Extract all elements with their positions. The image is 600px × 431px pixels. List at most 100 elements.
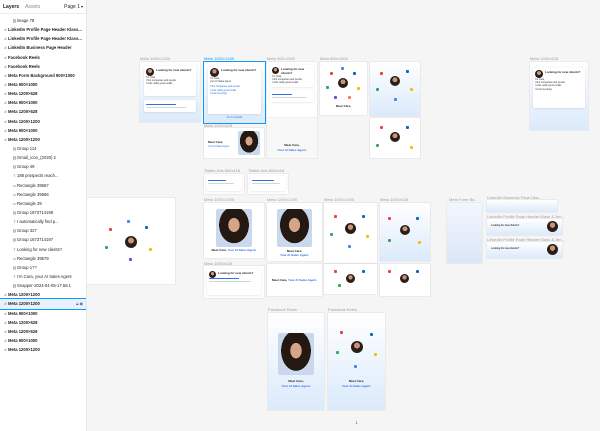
layer-row[interactable]: ▤Group 327 xyxy=(0,226,86,235)
frame-label[interactable]: Meta 1200×628 xyxy=(530,56,558,61)
layer-row[interactable]: #Facebook Reels xyxy=(0,62,86,71)
layer-row[interactable]: TLooking for new clients? xyxy=(0,245,86,254)
ad-frame[interactable]: Looking for new clients? I'm Cara, I fin… xyxy=(267,62,317,118)
frame-label[interactable]: Meta 1200×1200 xyxy=(267,197,297,202)
layer-row[interactable]: #Meta 1200×1200 xyxy=(0,290,86,299)
layer-row[interactable]: TI'm Cara, your AI Sales Agent xyxy=(0,272,86,281)
ad-frame[interactable] xyxy=(324,203,377,263)
frame-label[interactable]: Meta 1200×1200 xyxy=(324,197,354,202)
linkedin-header-frame[interactable]: Looking for new clients? xyxy=(487,242,562,258)
layer-row[interactable]: #Meta 900×1000 xyxy=(0,80,86,89)
twitter-ad-frame[interactable] xyxy=(204,174,244,194)
frame-label[interactable]: Meta Form Ba... xyxy=(449,197,478,202)
ad-frame[interactable] xyxy=(370,62,420,116)
layer-row[interactable]: #Meta 1200×628 xyxy=(0,89,86,98)
ad-frame[interactable]: Meet Cara, Your AI Sales Agent. xyxy=(204,128,264,158)
ad-frame[interactable]: Meet Cara, Your AI Sales Agent. xyxy=(267,203,322,261)
layer-row[interactable]: ▭Rectangle 39578 xyxy=(0,254,86,263)
layer-row[interactable]: ▭Rectangle 39 xyxy=(0,199,86,208)
frame-label[interactable]: Meta 900×1000 xyxy=(267,56,295,61)
ad-frame[interactable]: Meet Cara, Your AI Sales Agent. xyxy=(204,203,264,258)
layer-row[interactable]: ▤Group 1873714197 xyxy=(0,235,86,244)
gmail-icon xyxy=(388,217,391,220)
ad-frame[interactable]: Looking for new clients? xyxy=(204,266,264,298)
ad-frame[interactable] xyxy=(324,264,377,294)
layer-row[interactable]: #Meta 900×1000 xyxy=(0,98,86,107)
layer-row[interactable]: ▨Gmail_icon_(2020) 2 xyxy=(0,153,86,162)
frame-label[interactable]: Meta 1200×1200 xyxy=(140,56,170,61)
layer-row[interactable]: #Meta Form Background 900×1000 xyxy=(0,71,86,80)
ad-frame[interactable] xyxy=(370,118,420,158)
layer-row[interactable]: #Meta 900×1000 xyxy=(0,126,86,135)
ad-frame[interactable] xyxy=(380,264,430,296)
eye-icon[interactable]: ◉ xyxy=(80,301,84,306)
arrow-down-icon[interactable]: ↓ xyxy=(355,420,358,426)
meet-accent: Your AI Sales Agent. xyxy=(281,384,311,388)
hub-frame[interactable] xyxy=(87,198,175,284)
meet-accent: Your AI Sales Agent. xyxy=(287,278,318,282)
layer-row[interactable]: T188 prospects reach... xyxy=(0,171,86,180)
frame-label[interactable]: Twitter Ads 800x418 xyxy=(248,168,284,173)
linkedin-header-frame[interactable]: Looking for new clients? xyxy=(487,219,562,235)
ad-frame[interactable]: Meet Cara, Your AI Sales Agent. xyxy=(267,264,322,296)
layer-name: Meta 900×1000 xyxy=(8,310,38,316)
facebook-reels-frame[interactable]: Meet Cara, Your AI Sales Agent. xyxy=(268,313,324,410)
ad-frame-selected[interactable]: Looking for new clients? I'm Cara, your … xyxy=(204,62,265,123)
layer-row[interactable]: ▤Group 114 xyxy=(0,144,86,153)
gmail-icon xyxy=(334,270,337,273)
page-selector[interactable]: Page 1▾ xyxy=(64,4,83,10)
frame-label[interactable]: Facebook Reels xyxy=(268,307,297,312)
frame-label[interactable]: Meta 1200×1200 xyxy=(204,197,234,202)
layer-row[interactable]: #Meta 1200×1200 🔒︎ ◉ xyxy=(0,298,86,310)
ad-intro-role: your AI Sales Agent. xyxy=(210,80,232,84)
tab-assets[interactable]: Assets xyxy=(25,4,40,10)
meet-label: Meet Cara, xyxy=(271,278,288,282)
facebook-reels-frame[interactable]: Meet Cara, Your AI Sales Agent. xyxy=(328,313,385,410)
layer-row[interactable]: #Meta 900×1000 xyxy=(0,309,86,318)
design-canvas[interactable]: Meta 1200×1200 Meta 1200×1200 Meta 900×1… xyxy=(87,0,600,431)
layer-row[interactable]: #Meta 1200×628 xyxy=(0,327,86,336)
layer-row[interactable]: ▭Rectangle 39586 xyxy=(0,190,86,199)
layer-row[interactable]: #Meta 1200×628 xyxy=(0,318,86,327)
layer-name: Meta 1200×628 xyxy=(8,109,38,115)
layer-row[interactable]: #LinkedIn Profile Page Header Klass... xyxy=(0,25,86,34)
layer-row[interactable]: ▨image 78 xyxy=(0,16,86,25)
layer-row[interactable]: ▤Group 1873714198 xyxy=(0,208,86,217)
layer-row[interactable]: #Meta 1200×628 xyxy=(0,107,86,116)
layer-row[interactable]: ▨Snapper-2024-04-05-17.58.1 xyxy=(0,281,86,290)
layer-name: Meta 1200×1200 xyxy=(8,301,40,307)
layer-row[interactable]: #Meta 1200×1200 xyxy=(0,117,86,126)
layer-row[interactable]: #Facebook Reels xyxy=(0,53,86,62)
layer-row[interactable]: ▤Group 49 xyxy=(0,162,86,171)
ad-frame[interactable]: Meet Cara, xyxy=(320,62,367,115)
frame-label[interactable]: Meta 900×1000 xyxy=(320,56,348,61)
frame-label[interactable]: Twitter Ads 800x418 xyxy=(204,168,240,173)
frame-label[interactable]: Facebook Reels xyxy=(328,307,357,312)
layer-name: Meta 1200×1200 xyxy=(8,347,40,353)
frame-label[interactable]: Meta 1200×1200 xyxy=(204,56,234,61)
twitter-ad-frame[interactable] xyxy=(248,174,288,194)
frame-label[interactable]: Meta 1200×628 xyxy=(380,197,408,202)
app-icon xyxy=(394,98,397,101)
linkedin-icon xyxy=(416,217,419,220)
ad-frame[interactable]: Looking for new clients? I'm Cara, I fin… xyxy=(140,62,200,122)
ad-frame[interactable]: Looking for new clients? I'm Cara, I fin… xyxy=(530,62,588,130)
layer-row[interactable]: #LinkedIn Profile Page Header Klass... xyxy=(0,34,86,43)
layer-row[interactable]: #Meta 900×1000 xyxy=(0,336,86,345)
linkedin-header-frame[interactable] xyxy=(487,200,557,212)
ad-frame[interactable]: Meet Cara, Your AI Sales Agent. xyxy=(267,118,317,158)
layer-row[interactable]: TI automatically find p... xyxy=(0,217,86,226)
layer-row[interactable]: #Meta 1200×1200 xyxy=(0,345,86,354)
layer-row[interactable]: #Meta 1200×1200 xyxy=(0,135,86,144)
form-background-frame[interactable] xyxy=(447,203,482,263)
app-icon xyxy=(336,351,339,354)
avatar xyxy=(125,236,137,248)
ad-headline: Looking for new clients? xyxy=(491,224,520,227)
ad-frame[interactable] xyxy=(380,203,430,261)
layer-row[interactable]: ▭Rectangle 39587 xyxy=(0,181,86,190)
layer-row[interactable]: ▤Group 1?? xyxy=(0,263,86,272)
layer-row[interactable]: #LinkedIn Business Page Header xyxy=(0,43,86,52)
linkedin-icon xyxy=(406,70,409,73)
tab-layers[interactable]: Layers xyxy=(3,4,19,10)
layer-name: Meta 900×1000 xyxy=(8,127,38,133)
